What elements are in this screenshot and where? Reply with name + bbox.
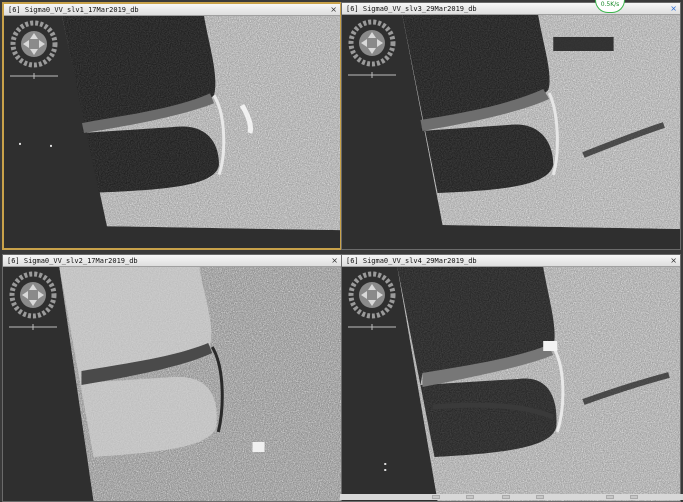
status-icon[interactable] <box>466 495 474 499</box>
network-speed-label: 0.5K/s <box>600 1 620 8</box>
pane-3-title-tab[interactable]: [6] Sigma0_VV_slv2_17Mar2019_db × <box>3 255 341 267</box>
status-icon[interactable] <box>502 495 510 499</box>
pane-4-title: [6] Sigma0_VV_slv4_29Mar2019_db <box>346 257 477 265</box>
image-view-pane-2[interactable]: [6] Sigma0_VV_slv3_29Mar2019_db × <box>341 2 681 250</box>
status-icon[interactable] <box>630 495 638 499</box>
close-icon[interactable]: × <box>670 3 677 15</box>
pan-compass-icon[interactable] <box>9 271 57 319</box>
scale-bar-icon <box>348 72 396 78</box>
scale-bar-icon <box>348 324 396 330</box>
scale-bar-icon <box>9 324 57 330</box>
pane-3-title: [6] Sigma0_VV_slv2_17Mar2019_db <box>7 257 138 265</box>
close-icon[interactable]: × <box>670 255 677 267</box>
close-icon[interactable]: × <box>330 4 337 16</box>
status-icon[interactable] <box>606 495 614 499</box>
image-view-grid: [6] Sigma0_VV_slv1_17Mar2019_db × [6] Si… <box>0 0 683 502</box>
status-bar <box>340 494 683 500</box>
status-icon[interactable] <box>536 495 544 499</box>
image-view-pane-4[interactable]: [6] Sigma0_VV_slv4_29Mar2019_db × <box>341 254 681 502</box>
status-icon[interactable] <box>432 495 440 499</box>
pan-compass-icon[interactable] <box>10 20 58 68</box>
scale-bar-icon <box>10 73 58 79</box>
pan-compass-icon[interactable] <box>348 19 396 67</box>
image-view-pane-3[interactable]: [6] Sigma0_VV_slv2_17Mar2019_db × <box>2 254 342 502</box>
pane-2-title: [6] Sigma0_VV_slv3_29Mar2019_db <box>346 5 477 13</box>
pane-4-title-tab[interactable]: [6] Sigma0_VV_slv4_29Mar2019_db × <box>342 255 680 267</box>
pan-compass-icon[interactable] <box>348 271 396 319</box>
image-view-pane-1[interactable]: [6] Sigma0_VV_slv1_17Mar2019_db × <box>2 2 342 250</box>
pane-1-title-tab[interactable]: [6] Sigma0_VV_slv1_17Mar2019_db × <box>4 4 340 16</box>
pane-2-title-tab[interactable]: [6] Sigma0_VV_slv3_29Mar2019_db × <box>342 3 680 15</box>
pane-1-title: [6] Sigma0_VV_slv1_17Mar2019_db <box>8 6 139 14</box>
close-icon[interactable]: × <box>331 255 338 267</box>
